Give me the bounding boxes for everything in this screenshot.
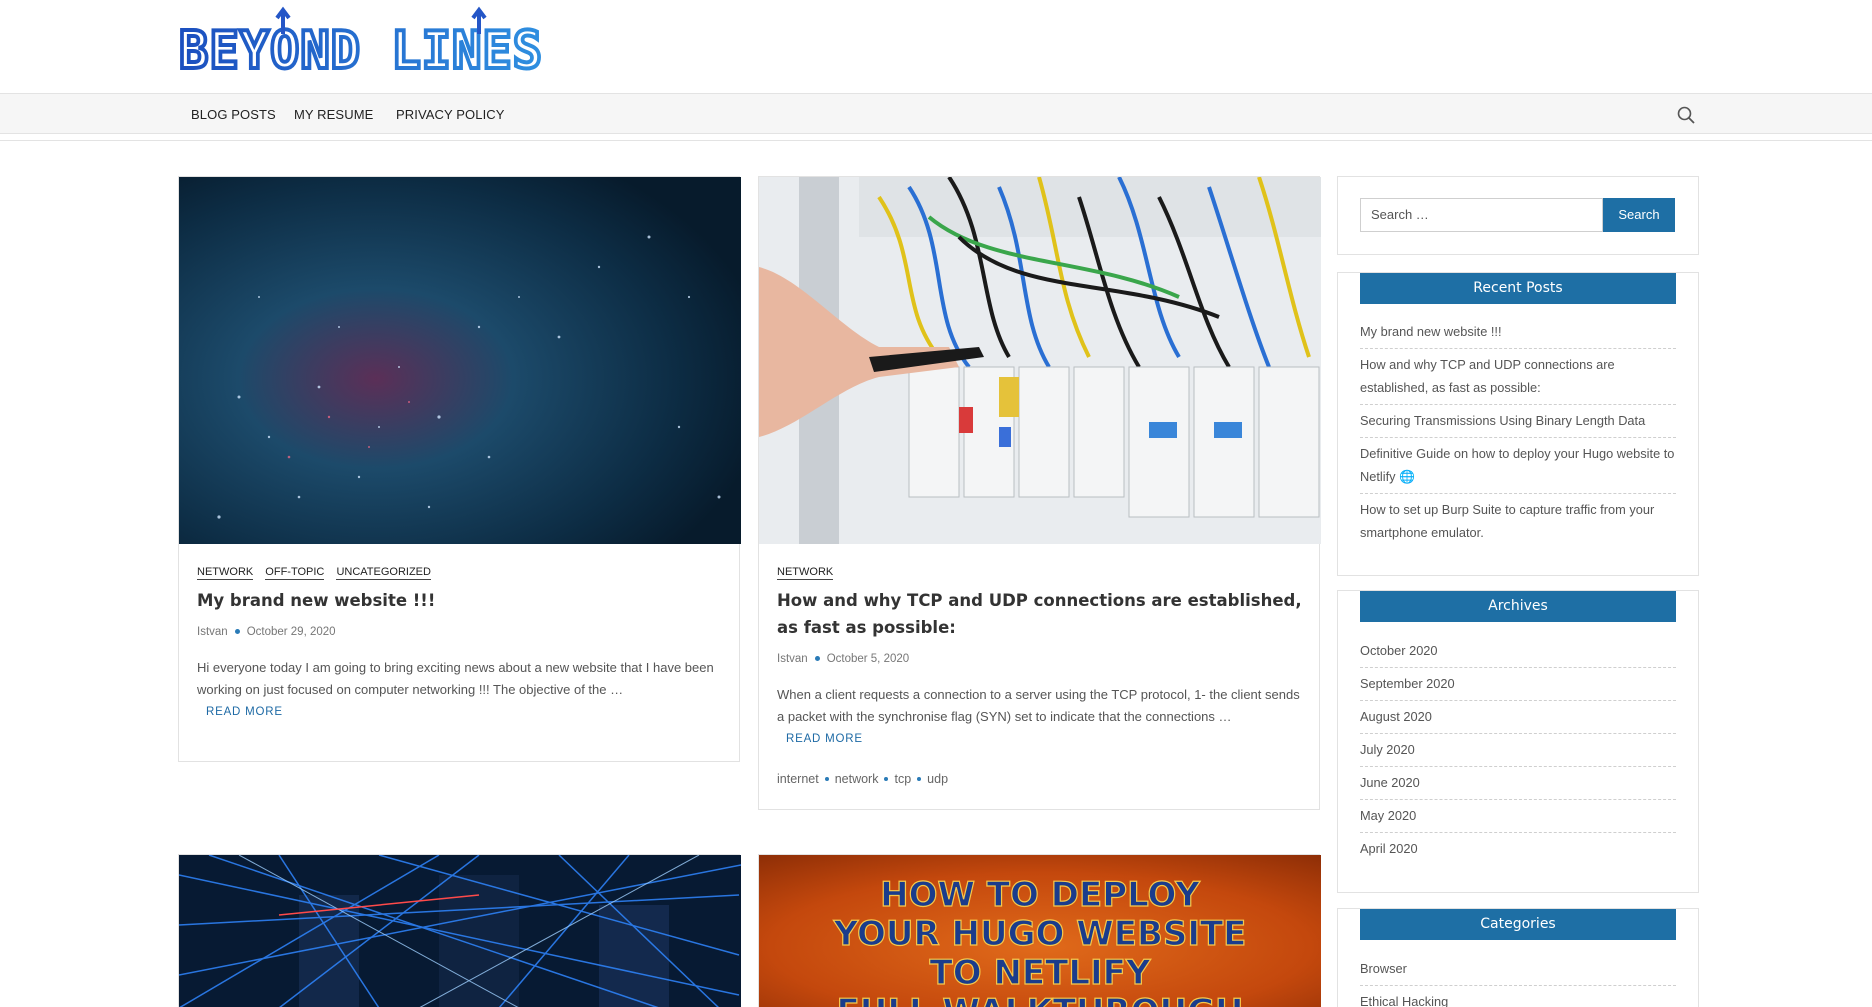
post-title[interactable]: How and why TCP and UDP connections are … [777, 587, 1307, 641]
widget-title: Archives [1360, 591, 1676, 622]
tag-link[interactable]: tcp [894, 772, 911, 786]
recent-post-link[interactable]: Securing Transmissions Using Binary Leng… [1360, 405, 1676, 438]
tag-separator-icon [884, 776, 889, 781]
archive-link[interactable]: October 2020 [1360, 635, 1676, 668]
widget-title: Recent Posts [1360, 273, 1676, 304]
nav-item-my-resume[interactable]: MY RESUME [294, 94, 373, 135]
tag-link[interactable]: internet [777, 772, 819, 786]
site-logo[interactable]: BEYOND LINES [179, 6, 547, 74]
recent-post-link[interactable]: Definitive Guide on how to deploy your H… [1360, 438, 1676, 494]
tag-separator-icon [824, 776, 829, 781]
thumbnail-text-line: HOW TO DEPLOY [880, 875, 1200, 915]
post-thumbnail-network[interactable] [179, 855, 741, 1007]
post-card: HOW TO DEPLOY YOUR HUGO WEBSITE TO NETLI… [758, 854, 1321, 1007]
post-categories: NETWORK OFF-TOPIC UNCATEGORIZED [197, 565, 440, 580]
read-more-link[interactable]: READ MORE [206, 706, 283, 718]
site-header: BEYOND LINES [0, 0, 1872, 93]
archive-link[interactable]: August 2020 [1360, 701, 1676, 734]
archive-link[interactable]: July 2020 [1360, 734, 1676, 767]
post-excerpt: Hi everyone today I am going to bring ex… [197, 660, 714, 697]
archives-list: October 2020 September 2020 August 2020 … [1360, 635, 1676, 865]
header-divider [0, 140, 1872, 141]
archive-link[interactable]: May 2020 [1360, 800, 1676, 833]
archive-link[interactable]: April 2020 [1360, 833, 1676, 865]
post-excerpt: When a client requests a connection to a… [777, 687, 1300, 724]
recent-post-link[interactable]: How and why TCP and UDP connections are … [1360, 349, 1676, 405]
recent-post-link[interactable]: How to set up Burp Suite to capture traf… [1360, 494, 1676, 549]
category-link[interactable]: Ethical Hacking [1360, 986, 1676, 1007]
post-card: NETWORK How and why TCP and UDP connecti… [758, 176, 1321, 810]
post-card [178, 854, 741, 1007]
category-link[interactable]: UNCATEGORIZED [336, 565, 431, 580]
post-thumbnail-wiring[interactable] [759, 177, 1321, 544]
tag-separator-icon [917, 776, 922, 781]
categories-widget: Categories Browser Ethical Hacking [1337, 908, 1699, 1007]
post-date[interactable]: October 5, 2020 [827, 653, 909, 665]
main-navigation: BLOG POSTS MY RESUME PRIVACY POLICY [0, 93, 1872, 134]
meta-separator-icon [814, 655, 820, 661]
recent-posts-widget: Recent Posts My brand new website !!! Ho… [1337, 272, 1699, 576]
widget-title: Categories [1360, 909, 1676, 940]
svg-text:BEYOND LINES: BEYOND LINES [179, 21, 543, 74]
post-author[interactable]: Istvan [197, 626, 228, 638]
categories-list: Browser Ethical Hacking [1360, 953, 1676, 1007]
post-date[interactable]: October 29, 2020 [247, 626, 336, 638]
post-card: NETWORK OFF-TOPIC UNCATEGORIZED My brand… [178, 176, 741, 762]
recent-post-link[interactable]: My brand new website !!! [1360, 316, 1676, 349]
archive-link[interactable]: June 2020 [1360, 767, 1676, 800]
tag-link[interactable]: network [835, 772, 879, 786]
category-link[interactable]: NETWORK [197, 565, 254, 580]
post-thumbnail-space[interactable] [179, 177, 741, 544]
thumbnail-text-line: YOUR HUGO WEBSITE [833, 914, 1247, 954]
recent-posts-list: My brand new website !!! How and why TCP… [1360, 316, 1676, 549]
category-link[interactable]: Browser [1360, 953, 1676, 986]
search-icon[interactable] [1676, 105, 1696, 125]
read-more-link[interactable]: READ MORE [786, 733, 863, 745]
nav-item-privacy-policy[interactable]: PRIVACY POLICY [396, 94, 505, 135]
post-author[interactable]: Istvan [777, 653, 808, 665]
post-thumbnail-hugo-netlify[interactable]: HOW TO DEPLOY YOUR HUGO WEBSITE TO NETLI… [759, 855, 1321, 1007]
post-categories: NETWORK [777, 565, 842, 580]
archive-link[interactable]: September 2020 [1360, 668, 1676, 701]
sidebar-search-button[interactable]: Search [1603, 198, 1675, 232]
sidebar-search-input[interactable]: Search … [1360, 198, 1603, 232]
meta-separator-icon [234, 628, 240, 634]
post-tags: internet network tcp udp [777, 772, 948, 786]
category-link[interactable]: NETWORK [777, 565, 834, 580]
category-link[interactable]: OFF-TOPIC [265, 565, 325, 580]
search-widget: Search … Search [1337, 176, 1699, 255]
post-title[interactable]: My brand new website !!! [197, 587, 727, 614]
thumbnail-text-line: TO NETLIFY [930, 953, 1151, 993]
archives-widget: Archives October 2020 September 2020 Aug… [1337, 590, 1699, 893]
nav-item-blog-posts[interactable]: BLOG POSTS [191, 94, 276, 135]
thumbnail-text-line: FULL WALKTHROUGH [836, 992, 1243, 1007]
post-meta: Istvan October 5, 2020 [777, 653, 909, 665]
post-meta: Istvan October 29, 2020 [197, 626, 336, 638]
tag-link[interactable]: udp [927, 772, 948, 786]
